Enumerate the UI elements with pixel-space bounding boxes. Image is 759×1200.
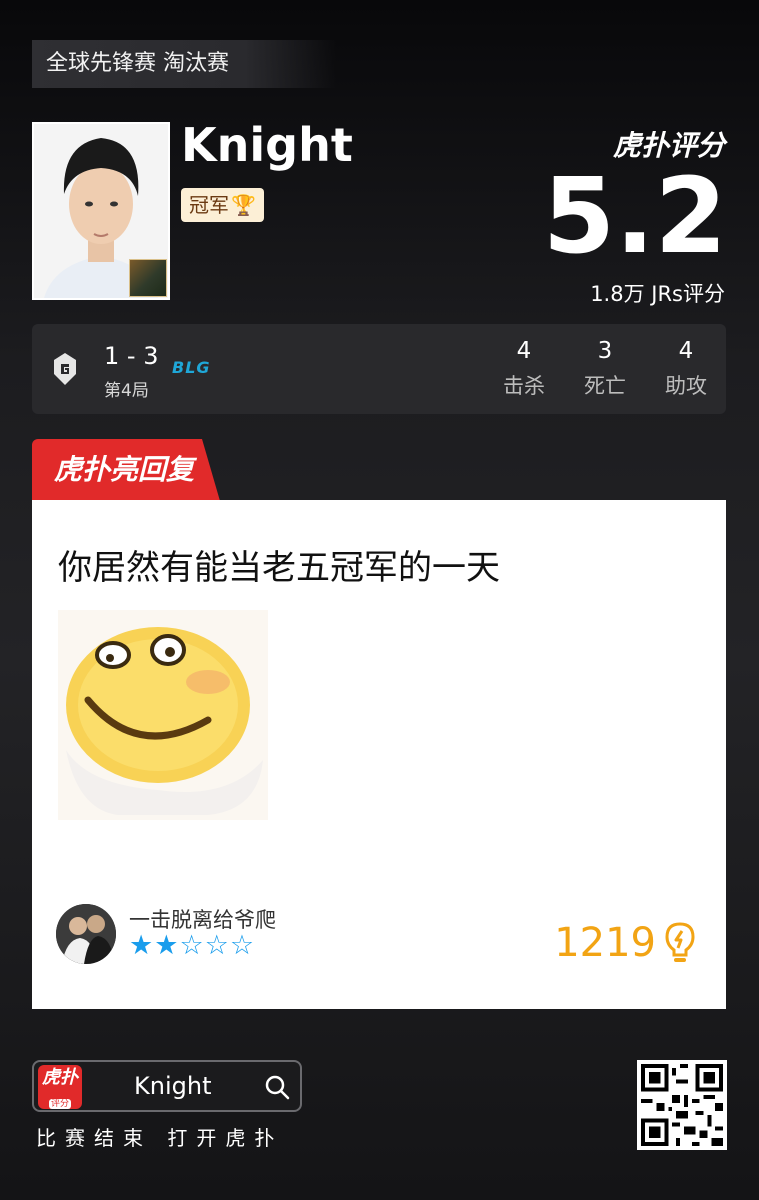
highlight-reply-ribbon: 虎扑亮回复 (32, 439, 220, 501)
reply-card[interactable]: 你居然有能当老五冠军的一天 一击脱离给爷爬 ★★☆☆☆ 1219 (32, 500, 726, 1009)
user-avatar[interactable] (56, 904, 116, 964)
rating-count: 1.8万 JRs评分 (590, 282, 725, 306)
like-count-value: 1219 (554, 920, 656, 966)
match-score: 1 - 3 (104, 342, 159, 370)
star-filled-icon: ★ (129, 930, 155, 961)
star-rating: ★★☆☆☆ (129, 930, 255, 961)
app-icon-subtext: 评分 (48, 1099, 71, 1109)
smiley-emoji-image (58, 610, 268, 820)
stat-label: 死亡 (584, 374, 626, 398)
footer-caption: 比赛结束 打开虎扑 (36, 1126, 284, 1150)
game-number: 第4局 (104, 381, 149, 401)
stat-value: 3 (597, 338, 613, 364)
search-query: Knight (134, 1072, 212, 1100)
blg-logo-icon: BLG (172, 358, 211, 377)
stat-value: 4 (678, 338, 694, 364)
star-empty-icon: ☆ (204, 930, 230, 961)
stat-value: 4 (516, 338, 532, 364)
stat-assists: 4 助攻 (651, 338, 721, 400)
star-empty-icon: ☆ (229, 930, 256, 961)
champion-icon (129, 259, 167, 297)
stat-deaths: 3 死亡 (570, 338, 640, 400)
reply-text: 你居然有能当老五冠军的一天 (58, 548, 500, 588)
hupu-app-icon: 虎扑 评分 (38, 1065, 82, 1109)
player-name: Knight (181, 118, 353, 172)
rating-score: 5.2 (542, 155, 727, 277)
search-icon[interactable] (264, 1074, 290, 1100)
star-filled-icon: ★ (154, 930, 180, 961)
lightbulb-icon (665, 922, 695, 962)
badge-label: 冠军 (189, 193, 229, 217)
champion-badge: 冠军 🏆 (181, 188, 264, 222)
match-summary[interactable]: 1 - 3 第4局 BLG 4 击杀 3 死亡 4 助攻 (32, 324, 726, 414)
star-empty-icon: ☆ (179, 930, 205, 961)
g2-logo-icon (54, 353, 76, 385)
search-bar[interactable]: 虎扑 评分 Knight (32, 1060, 302, 1112)
trophy-icon: 🏆 (231, 193, 256, 217)
player-avatar (32, 122, 170, 300)
stat-kills: 4 击杀 (489, 338, 559, 400)
app-icon-text: 虎扑 (42, 1067, 78, 1088)
event-tag: 全球先锋赛 淘汰赛 (32, 40, 336, 88)
stat-label: 击杀 (503, 374, 545, 398)
qr-code-icon[interactable] (637, 1060, 727, 1150)
stat-label: 助攻 (665, 374, 707, 398)
like-count[interactable]: 1219 (554, 920, 698, 966)
